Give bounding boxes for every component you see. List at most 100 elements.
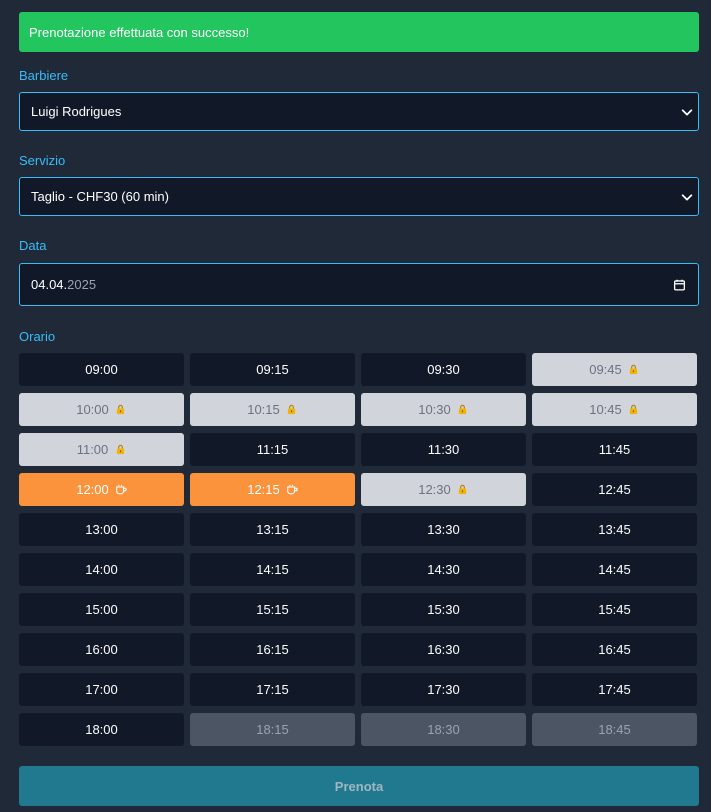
time-slot-label: 09:00 bbox=[85, 362, 118, 377]
time-slot-label: 16:15 bbox=[256, 642, 289, 657]
time-slot: 10:45 bbox=[532, 393, 697, 426]
time-slot[interactable]: 14:15 bbox=[190, 553, 355, 586]
time-slot-label: 12:15 bbox=[247, 482, 280, 497]
time-slot-label: 16:45 bbox=[598, 642, 631, 657]
date-label: Data bbox=[19, 238, 47, 253]
time-slot-label: 10:15 bbox=[247, 402, 280, 417]
success-alert: Prenotazione effettuata con successo! bbox=[19, 12, 699, 52]
lock-icon bbox=[115, 404, 127, 416]
service-label: Servizio bbox=[19, 153, 66, 168]
time-slot[interactable]: 11:15 bbox=[190, 433, 355, 466]
time-slot-label: 11:15 bbox=[256, 442, 289, 457]
barber-select-value: Luigi Rodrigues bbox=[31, 104, 122, 119]
service-select[interactable]: Taglio - CHF30 (60 min) bbox=[19, 177, 699, 216]
time-slot[interactable]: 13:30 bbox=[361, 513, 526, 546]
time-slot-label: 14:00 bbox=[85, 562, 118, 577]
time-slot-label: 13:15 bbox=[256, 522, 289, 537]
time-slot-label: 14:45 bbox=[598, 562, 631, 577]
time-slot: 12:30 bbox=[361, 473, 526, 506]
time-slot[interactable]: 09:00 bbox=[19, 353, 184, 386]
time-slot-label: 13:30 bbox=[427, 522, 460, 537]
time-slot-label: 10:00 bbox=[76, 402, 109, 417]
time-slot-label: 17:00 bbox=[85, 682, 118, 697]
date-input[interactable]: 04.04. 2025 bbox=[19, 263, 699, 306]
time-slot[interactable]: 16:45 bbox=[532, 633, 697, 666]
time-slot-label: 11:45 bbox=[598, 442, 631, 457]
time-slot: 09:45 bbox=[532, 353, 697, 386]
lock-icon bbox=[114, 444, 126, 456]
time-slot[interactable]: 16:30 bbox=[361, 633, 526, 666]
time-slot[interactable]: 17:00 bbox=[19, 673, 184, 706]
time-slot: 10:00 bbox=[19, 393, 184, 426]
time-slot[interactable]: 17:45 bbox=[532, 673, 697, 706]
time-slot[interactable]: 17:30 bbox=[361, 673, 526, 706]
time-slot-grid: 09:00 09:15 09:30 09:45 10:00 10:15 10:30 10:45… bbox=[19, 353, 699, 746]
time-slot[interactable]: 11:30 bbox=[361, 433, 526, 466]
date-year: 2025 bbox=[67, 277, 97, 292]
time-slot-label: 13:45 bbox=[598, 522, 631, 537]
time-slot: 12:15 bbox=[190, 473, 355, 506]
time-slot-label: 18:00 bbox=[85, 722, 118, 737]
lock-icon bbox=[286, 404, 298, 416]
time-slot-label: 18:15 bbox=[256, 722, 289, 737]
time-slot[interactable]: 15:30 bbox=[361, 593, 526, 626]
lock-icon bbox=[628, 364, 640, 376]
time-slot-label: 15:15 bbox=[256, 602, 289, 617]
time-slot[interactable]: 13:45 bbox=[532, 513, 697, 546]
time-slot-label: 14:30 bbox=[427, 562, 460, 577]
time-slot[interactable]: 14:00 bbox=[19, 553, 184, 586]
time-slot-label: 15:00 bbox=[85, 602, 118, 617]
time-slot: 11:00 bbox=[19, 433, 184, 466]
book-button[interactable]: Prenota bbox=[19, 766, 699, 806]
time-slot-label: 11:30 bbox=[427, 442, 460, 457]
time-slot-label: 10:45 bbox=[589, 402, 622, 417]
time-slot: 12:00 bbox=[19, 473, 184, 506]
time-slot[interactable]: 13:00 bbox=[19, 513, 184, 546]
time-slot[interactable]: 15:45 bbox=[532, 593, 697, 626]
time-slot[interactable]: 13:15 bbox=[190, 513, 355, 546]
booking-form: Prenotazione effettuata con successo! Ba… bbox=[19, 12, 699, 806]
time-slot[interactable]: 14:30 bbox=[361, 553, 526, 586]
time-slot[interactable]: 16:15 bbox=[190, 633, 355, 666]
lock-icon bbox=[457, 404, 469, 416]
time-slot-label: 12:30 bbox=[418, 482, 451, 497]
time-label: Orario bbox=[19, 329, 56, 344]
time-slot-label: 09:15 bbox=[256, 362, 289, 377]
barber-label: Barbiere bbox=[19, 68, 69, 83]
time-slot-label: 17:45 bbox=[598, 682, 631, 697]
time-slot[interactable]: 12:45 bbox=[532, 473, 697, 506]
time-slot-label: 18:45 bbox=[598, 722, 631, 737]
time-slot[interactable]: 15:15 bbox=[190, 593, 355, 626]
coffee-icon bbox=[115, 484, 127, 496]
time-slot-label: 17:30 bbox=[427, 682, 460, 697]
service-select-value: Taglio - CHF30 (60 min) bbox=[31, 189, 169, 204]
time-slot: 10:30 bbox=[361, 393, 526, 426]
chevron-down-icon bbox=[681, 193, 693, 200]
time-slot-label: 09:30 bbox=[427, 362, 460, 377]
time-slot: 18:15 bbox=[190, 713, 355, 746]
time-slot-label: 15:45 bbox=[598, 602, 631, 617]
chevron-down-icon bbox=[681, 108, 693, 115]
time-slot[interactable]: 11:45 bbox=[532, 433, 697, 466]
barber-select[interactable]: Luigi Rodrigues bbox=[19, 92, 699, 131]
time-slot[interactable]: 17:15 bbox=[190, 673, 355, 706]
time-slot-label: 16:00 bbox=[85, 642, 118, 657]
time-slot: 18:45 bbox=[532, 713, 697, 746]
lock-icon bbox=[457, 484, 469, 496]
time-slot[interactable]: 09:30 bbox=[361, 353, 526, 386]
time-slot-label: 16:30 bbox=[427, 642, 460, 657]
time-slot-label: 12:00 bbox=[76, 482, 109, 497]
time-slot[interactable]: 14:45 bbox=[532, 553, 697, 586]
calendar-icon[interactable] bbox=[673, 278, 686, 291]
lock-icon bbox=[628, 404, 640, 416]
time-slot-label: 10:30 bbox=[418, 402, 451, 417]
time-slot[interactable]: 09:15 bbox=[190, 353, 355, 386]
date-day-month: 04.04. bbox=[31, 277, 68, 292]
time-slot[interactable]: 16:00 bbox=[19, 633, 184, 666]
time-slot: 18:30 bbox=[361, 713, 526, 746]
time-slot-label: 12:45 bbox=[598, 482, 631, 497]
time-slot[interactable]: 18:00 bbox=[19, 713, 184, 746]
time-slot-label: 13:00 bbox=[85, 522, 118, 537]
coffee-icon bbox=[286, 484, 298, 496]
time-slot[interactable]: 15:00 bbox=[19, 593, 184, 626]
